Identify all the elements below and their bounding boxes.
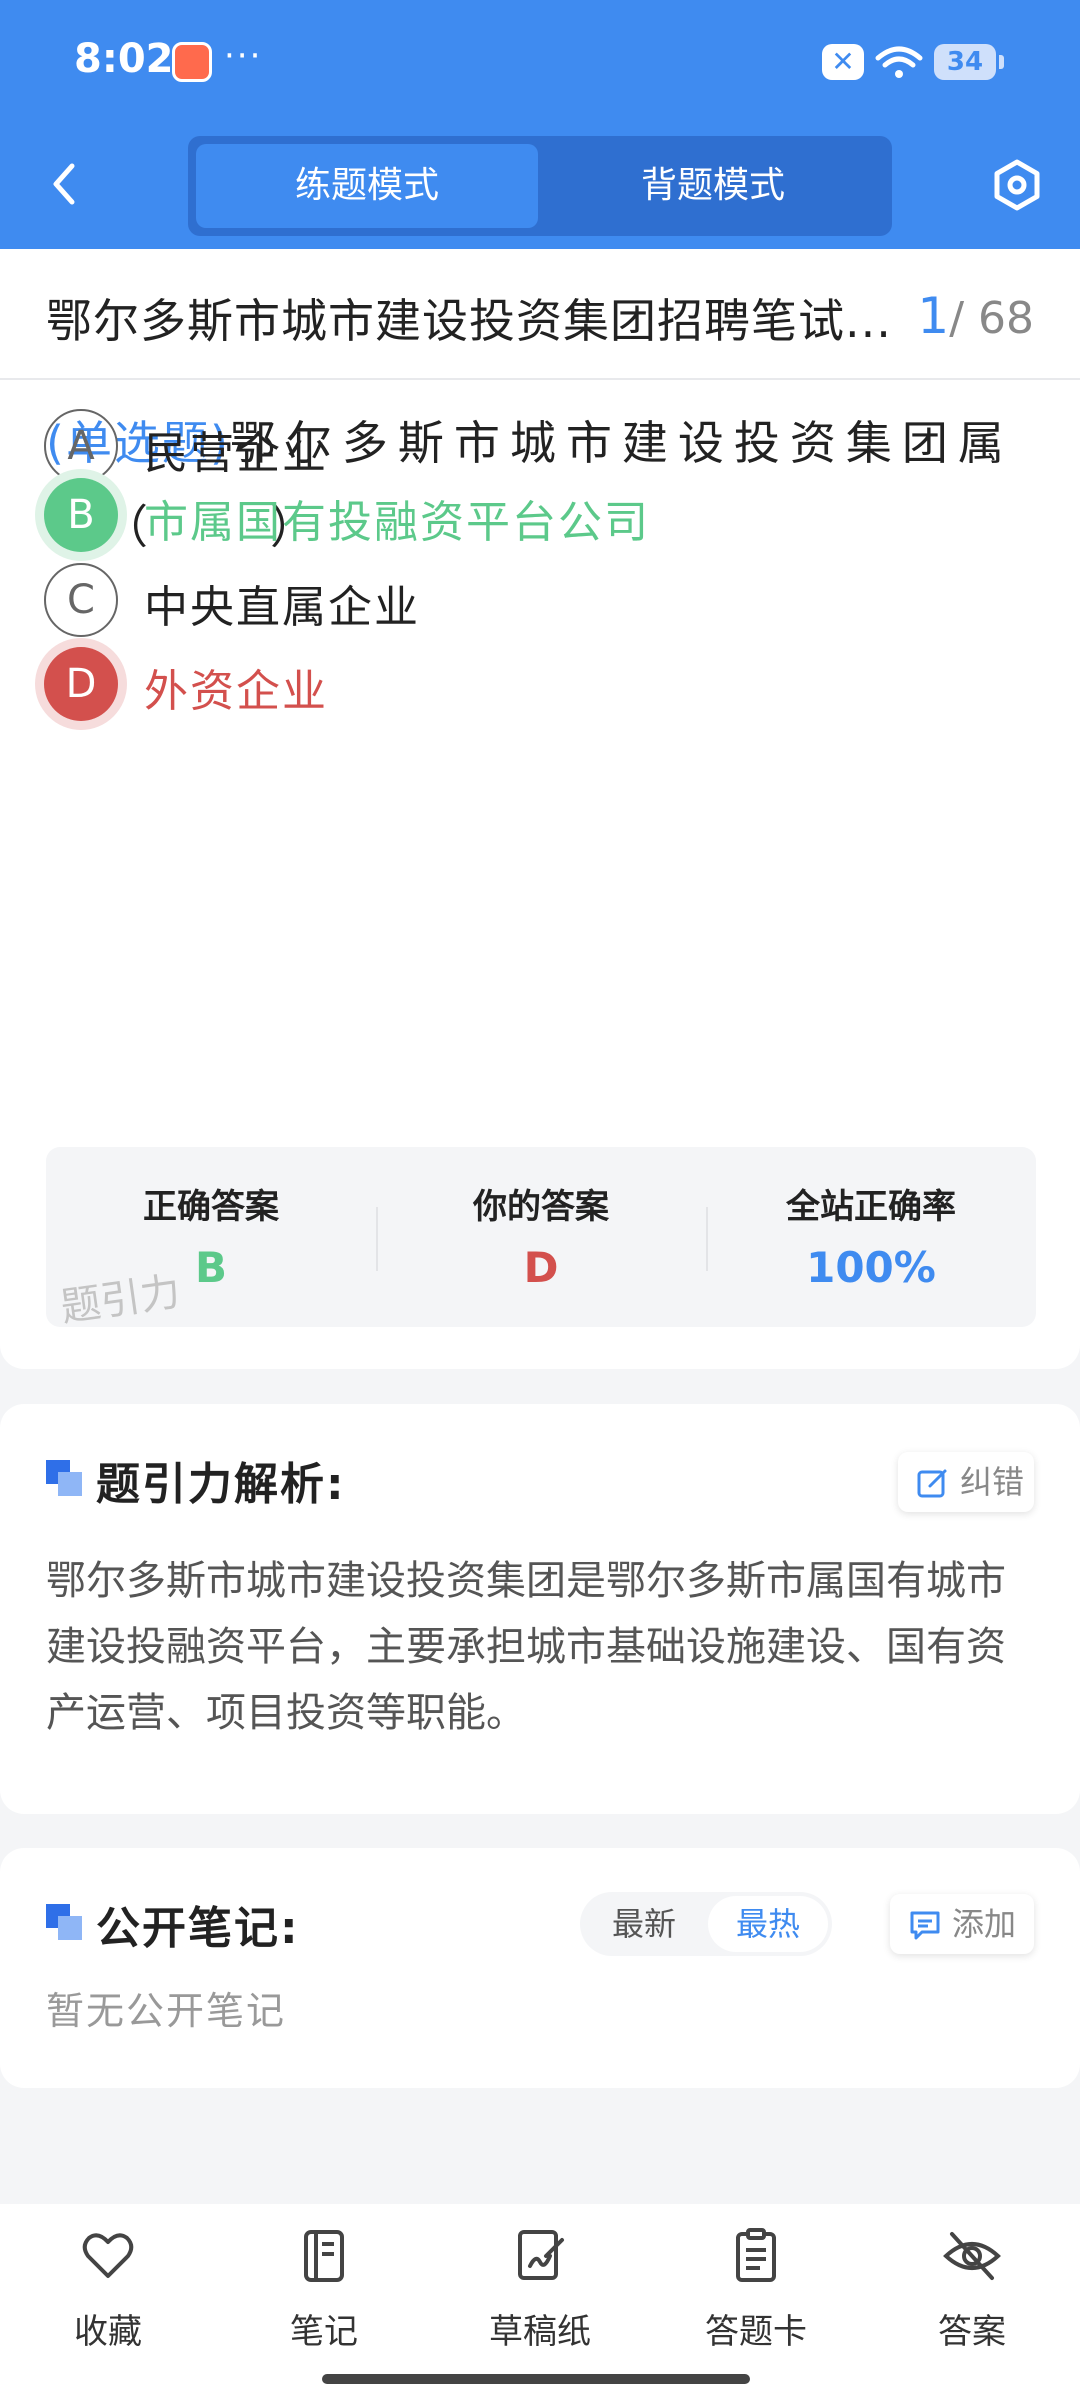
app-notification-icon	[172, 42, 212, 82]
current-question-number: 1	[917, 287, 950, 345]
notes-button[interactable]: 笔记	[244, 2226, 404, 2356]
tab-practice-mode[interactable]: 练题模式	[196, 144, 538, 228]
report-error-label: 纠错	[960, 1463, 1025, 1501]
tab-memorize-mode[interactable]: 背题模式	[542, 144, 884, 228]
status-time: 8:02	[74, 36, 174, 82]
analysis-card: 题引力解析: 纠错 鄂尔多斯市城市建设投资集团是鄂尔多斯市属国有城市建设投融资平…	[0, 1404, 1080, 1814]
accuracy-stat: 全站正确率 100%	[706, 1147, 1036, 1327]
correct-answer-stat: 正确答案 B 题引力	[46, 1147, 376, 1331]
total-questions: / 68	[949, 293, 1034, 344]
question-title-bar: 鄂尔多斯市城市建设投资集团招聘笔试... 1/ 68	[0, 249, 1080, 380]
bottom-toolbar: 收藏 笔记 草稿纸 答题卡 答案	[0, 2204, 1080, 2400]
analysis-text: 鄂尔多斯市城市建设投资集团是鄂尔多斯市属国有城市建设投融资平台，主要承担城市基础…	[46, 1558, 1006, 1736]
analysis-title: 题引力解析:	[96, 1459, 346, 1510]
status-bar: 8:02 ··· ✕ 34	[0, 0, 1080, 130]
option-text: 市属国有投融资平台公司	[144, 497, 650, 548]
option-d[interactable]: D 外资企业	[44, 647, 1024, 723]
draft-paper-button[interactable]: 草稿纸	[460, 2226, 620, 2356]
correct-answer-label: 正确答案	[143, 1187, 279, 1227]
wifi-icon	[875, 46, 923, 78]
option-letter: C	[44, 563, 118, 637]
notes-title: 公开笔记:	[96, 1903, 300, 1954]
section-icon	[46, 1904, 82, 1940]
sort-hottest[interactable]: 最热	[708, 1896, 828, 1952]
app-header: 8:02 ··· ✕ 34 练题模式 背题模式	[0, 0, 1080, 249]
show-answer-button[interactable]: 答案	[892, 2226, 1052, 2356]
mode-switch: 练题模式 背题模式	[188, 136, 892, 236]
notes-card: 公开笔记: 最新 最热 添加 暂无公开笔记	[0, 1848, 1080, 2088]
accuracy-value: 100%	[806, 1243, 936, 1292]
answer-card-button[interactable]: 答题卡	[676, 2226, 836, 2356]
favorite-button[interactable]: 收藏	[28, 2226, 188, 2356]
no-sim-icon: ✕	[822, 44, 864, 80]
add-note-button[interactable]: 添加	[890, 1894, 1034, 1954]
answer-stats: 正确答案 B 题引力 你的答案 D 全站正确率 100%	[46, 1147, 1036, 1331]
accuracy-label: 全站正确率	[786, 1187, 956, 1227]
heart-icon	[82, 2233, 134, 2278]
eye-off-icon	[943, 2232, 1001, 2280]
show-answer-label: 答案	[938, 2312, 1006, 2352]
empty-notes-text: 暂无公开笔记	[46, 1989, 287, 2033]
option-letter: D	[44, 647, 118, 721]
option-text: 中央直属企业	[144, 582, 420, 633]
notes-sort-toggle: 最新 最热	[580, 1892, 832, 1956]
option-a[interactable]: A 民营企业	[44, 409, 1024, 485]
option-b[interactable]: B 市属国有投融资平台公司	[44, 478, 1024, 554]
sort-newest[interactable]: 最新	[584, 1896, 704, 1952]
add-note-label: 添加	[952, 1905, 1017, 1943]
battery-icon: 34	[934, 44, 1004, 80]
exam-title: 鄂尔多斯市城市建设投资集团招聘笔试...	[46, 294, 892, 348]
section-icon	[46, 1460, 82, 1496]
answer-card-label: 答题卡	[705, 2312, 807, 2352]
report-error-button[interactable]: 纠错	[898, 1452, 1034, 1512]
notebook-icon	[304, 2230, 344, 2282]
option-letter: A	[44, 409, 118, 483]
notes-label: 笔记	[290, 2312, 358, 2352]
question-counter: 1/ 68	[917, 287, 1034, 345]
option-letter: B	[44, 478, 118, 552]
draft-label: 草稿纸	[489, 2312, 591, 2352]
settings-icon[interactable]	[990, 158, 1044, 212]
edit-icon	[917, 1469, 947, 1498]
option-text: 民营企业	[144, 428, 328, 479]
option-text: 外资企业	[144, 666, 328, 717]
answer-card-icon	[736, 2228, 776, 2282]
question-card: 鄂尔多斯市城市建设投资集团招聘笔试... 1/ 68 (单选题)鄂尔多斯市城市建…	[0, 249, 1080, 1369]
your-answer-value: D	[523, 1243, 559, 1292]
option-c[interactable]: C 中央直属企业	[44, 563, 1024, 639]
more-notifications-icon: ···	[224, 36, 263, 76]
back-arrow-icon[interactable]	[40, 156, 90, 212]
draft-icon	[518, 2230, 564, 2280]
your-answer-label: 你的答案	[473, 1187, 609, 1227]
comment-icon	[910, 1911, 940, 1940]
home-indicator[interactable]	[322, 2374, 750, 2384]
favorite-label: 收藏	[74, 2312, 142, 2352]
your-answer-stat: 你的答案 D	[376, 1147, 706, 1327]
